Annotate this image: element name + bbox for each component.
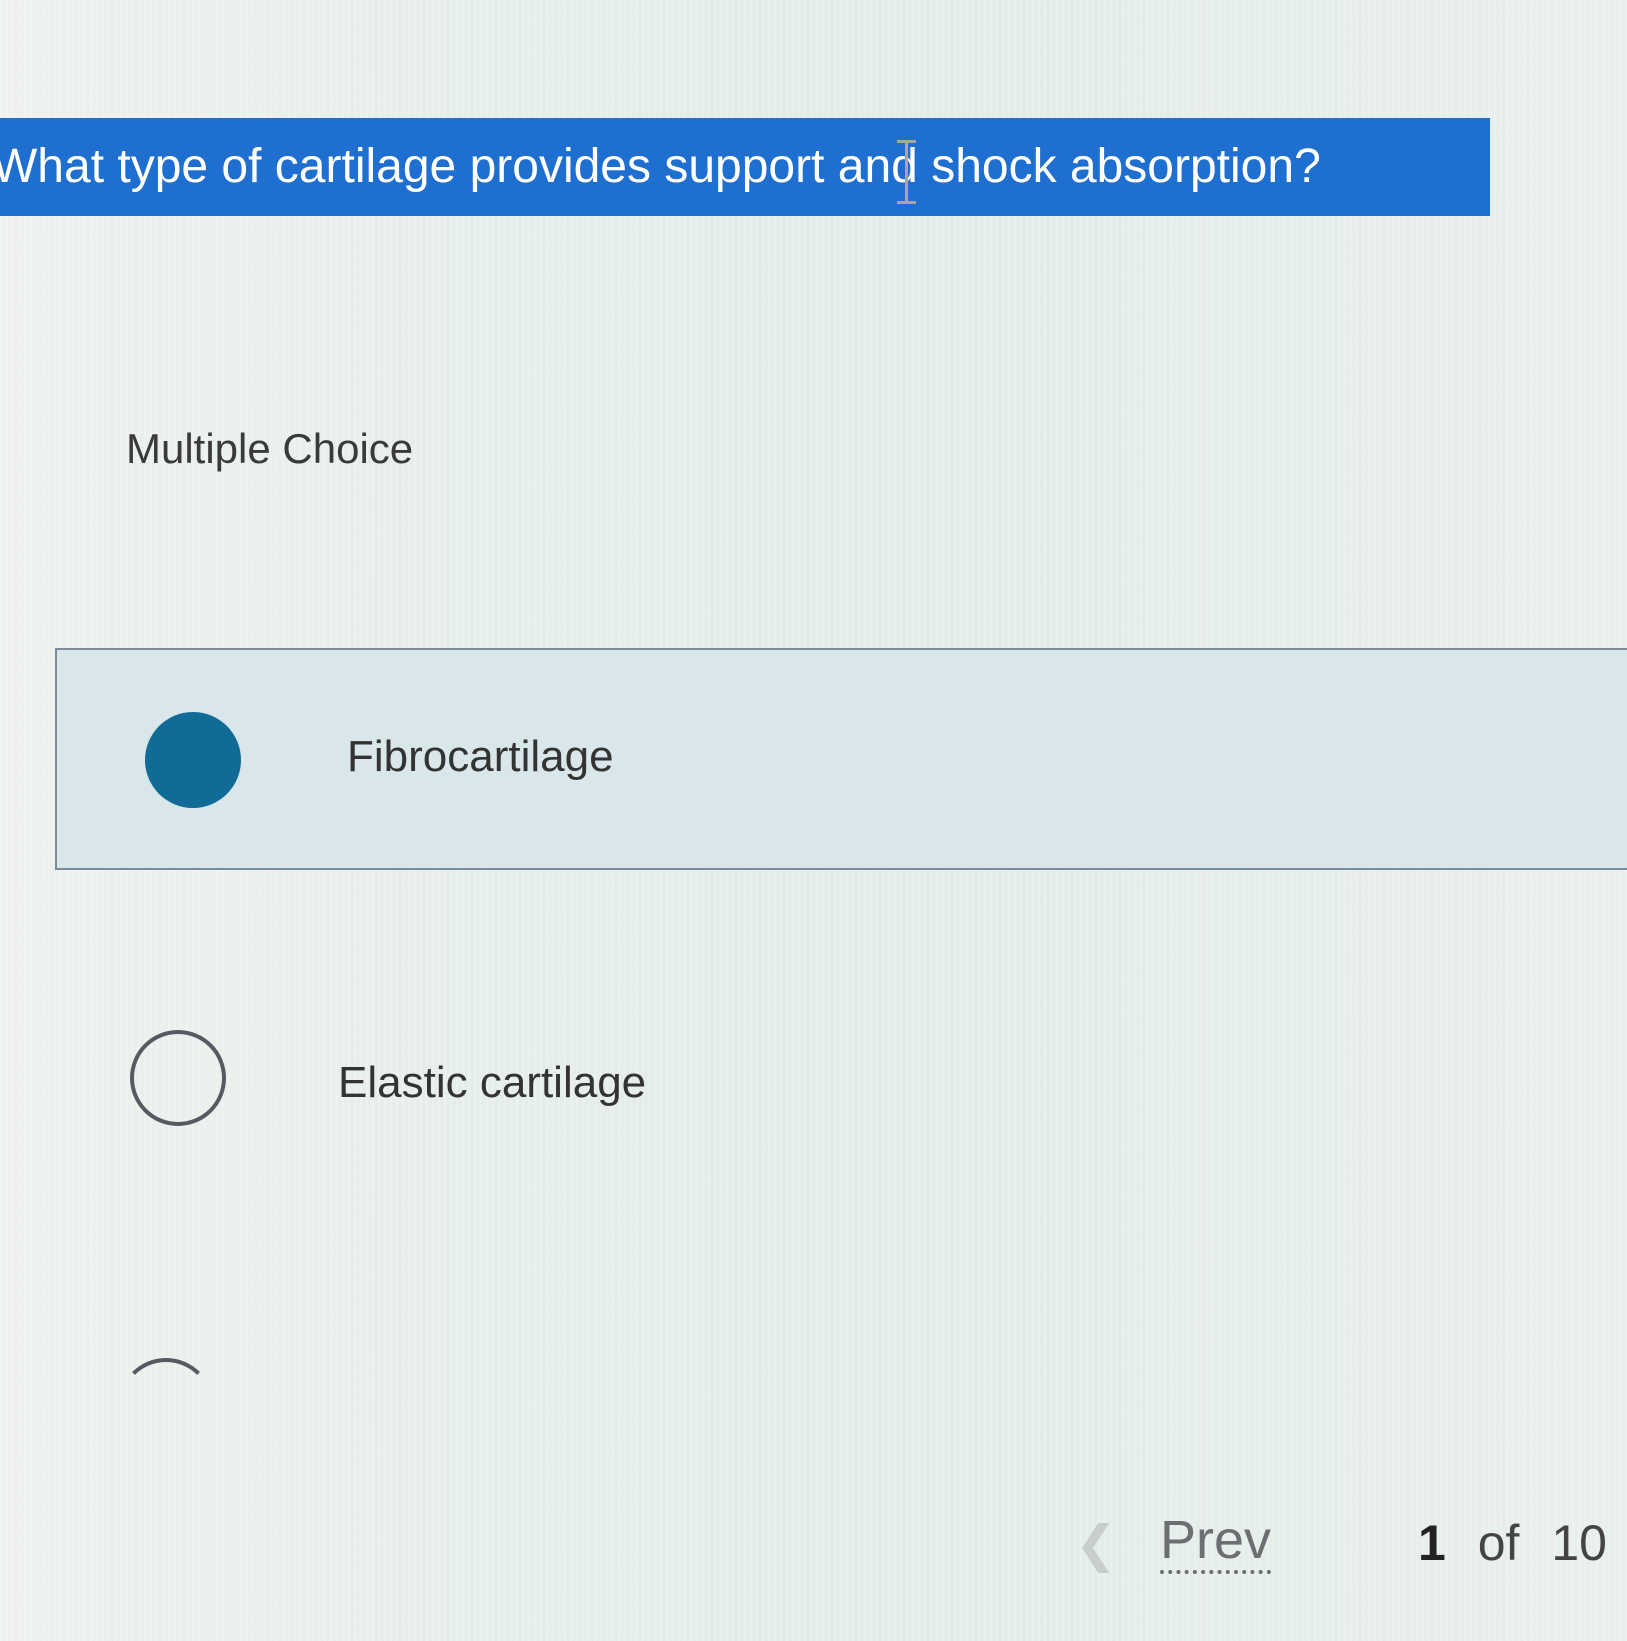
chevron-left-icon[interactable]: ❮ — [1075, 1515, 1117, 1573]
page-of-label: of — [1477, 1515, 1520, 1571]
answer-option-elastic-cartilage[interactable]: Elastic cartilage — [0, 960, 1627, 1180]
answer-option-label: Fibrocartilage — [347, 732, 614, 781]
page-indicator: 1 of 10 — [1418, 1514, 1607, 1572]
answer-option-label: Elastic cartilage — [338, 1058, 647, 1107]
radio-unselected-icon[interactable] — [130, 1030, 226, 1126]
answer-option-fibrocartilage[interactable]: Fibrocartilage — [55, 648, 1627, 870]
current-page: 1 — [1418, 1515, 1446, 1571]
question-text: What type of cartilage provides support … — [0, 118, 1490, 216]
radio-selected-icon[interactable] — [145, 712, 241, 808]
total-pages: 10 — [1551, 1515, 1607, 1571]
text-cursor-icon — [897, 140, 916, 204]
question-type-label: Multiple Choice — [126, 425, 414, 472]
prev-button[interactable]: Prev — [1160, 1510, 1272, 1574]
radio-unselected-icon[interactable] — [118, 1358, 214, 1454]
